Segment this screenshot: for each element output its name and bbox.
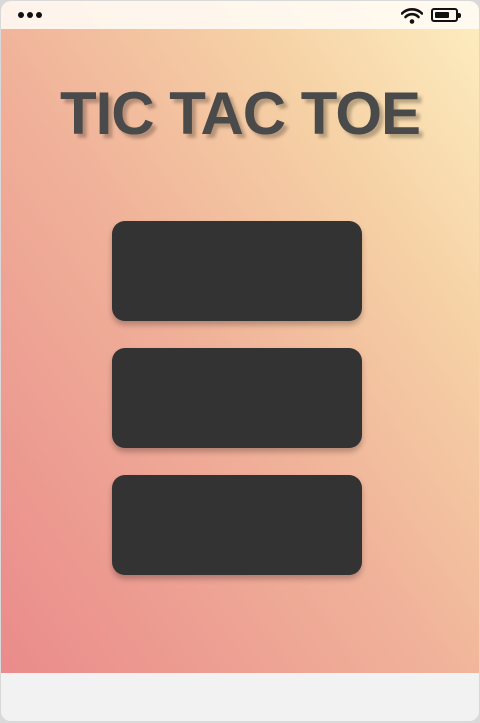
- bottom-bar: [1, 673, 479, 721]
- menu-button-2[interactable]: [112, 348, 362, 448]
- wifi-icon: [401, 8, 423, 24]
- status-bar: [1, 1, 479, 29]
- game-title: TIC TAC TOE: [59, 80, 421, 147]
- battery-icon: [431, 8, 461, 22]
- dot: [27, 12, 33, 18]
- game-screen: TIC TAC TOE: [1, 1, 479, 673]
- more-dots-icon[interactable]: [18, 12, 42, 18]
- device-frame: TIC TAC TOE: [1, 1, 479, 721]
- dot: [18, 12, 24, 18]
- menu-button-1[interactable]: [112, 221, 362, 321]
- dot: [36, 12, 42, 18]
- battery-tip: [458, 13, 461, 18]
- menu-button-3[interactable]: [112, 475, 362, 575]
- battery-level: [435, 12, 449, 18]
